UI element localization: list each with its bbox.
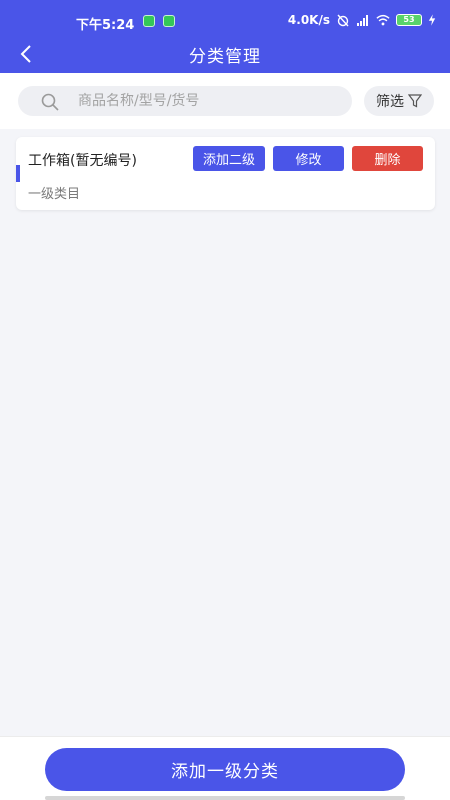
wifi-icon xyxy=(376,14,390,26)
charging-icon xyxy=(428,14,436,26)
funnel-icon xyxy=(408,94,422,108)
status-indicators: 4.0K/s 53 xyxy=(288,13,436,27)
search-input[interactable] xyxy=(78,86,343,116)
delete-button[interactable]: 删除 xyxy=(352,146,423,171)
signal-icon xyxy=(357,15,368,26)
search-bar: 筛选 xyxy=(0,73,450,129)
category-card: 工作箱(暂无编号) 一级类目 添加二级 修改 删除 xyxy=(16,137,435,210)
edit-button[interactable]: 修改 xyxy=(273,146,344,171)
search-icon xyxy=(41,93,59,111)
add-top-level-category-button[interactable]: 添加一级分类 xyxy=(45,748,405,791)
status-time: 下午5:24 xyxy=(76,18,135,33)
app-header: 下午5:24 4.0K/s 53 分类管理 xyxy=(0,0,450,73)
filter-button[interactable]: 筛选 xyxy=(364,86,434,116)
category-name: 工作箱(暂无编号) xyxy=(28,153,137,169)
status-bar: 下午5:24 4.0K/s 53 xyxy=(0,0,450,40)
notification-app-icon xyxy=(143,15,155,27)
network-speed: 4.0K/s xyxy=(287,13,330,27)
filter-label: 筛选 xyxy=(376,94,404,110)
page-title: 分类管理 xyxy=(189,47,261,67)
bottom-bar: 添加一级分类 xyxy=(0,736,450,800)
notification-app-icon xyxy=(163,15,175,27)
card-accent-bar xyxy=(16,165,20,182)
alarm-off-icon xyxy=(337,14,349,27)
home-indicator xyxy=(45,796,405,800)
category-level: 一级类目 xyxy=(28,187,81,202)
search-box[interactable] xyxy=(18,86,352,116)
battery-icon: 53 xyxy=(396,14,422,26)
add-subcategory-button[interactable]: 添加二级 xyxy=(193,146,265,171)
